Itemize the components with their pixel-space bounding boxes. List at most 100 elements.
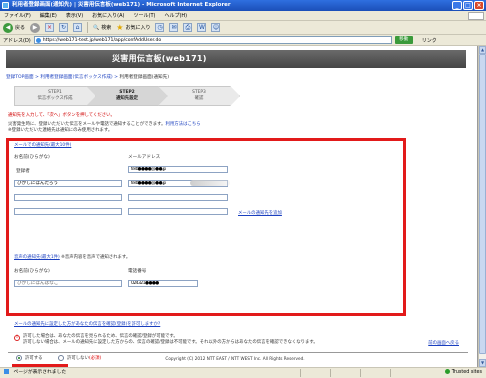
step-2-current: STEP2 通知先設定 [86,86,168,106]
voice-col-phone-header: 電話番号 [128,269,147,274]
menubar: ファイル(F) 編集(E) 表示(V) お気に入り(A) ツール(T) ヘルプ(… [0,11,486,21]
stop-icon[interactable]: × [45,23,55,32]
status-bar: ページが表示されました Trusted sites [0,367,486,378]
footer-divider [8,352,468,353]
maximize-button[interactable]: □ [463,1,473,10]
page-icon [35,38,41,43]
mail-icon[interactable]: ✉ [169,23,179,32]
window-controls: _ □ × [452,1,484,10]
vertical-scrollbar[interactable]: ▲ ▼ [478,46,486,367]
voice-col-name-header: お名前(ひらがな) [14,269,50,274]
footer-copyright: Copyright (C) 2012 NTT EAST / NTT WEST I… [165,356,305,361]
breadcrumb-top-link[interactable]: 登録TOP画面 [6,75,34,80]
menu-help[interactable]: ヘルプ(H) [164,12,187,19]
status-text: ページが表示されました [13,370,67,375]
confirm-permission-title: メールの通知先に設定した方があなたの伝言を確認(登録)を許可しますか? [14,322,161,327]
form-highlight-box [6,138,406,316]
step-3-label: 確認 [194,96,204,101]
email-value-1: test●●●●@●●.jp [131,167,166,172]
minimize-button[interactable]: _ [452,1,462,10]
mail-email-field-3[interactable] [128,194,228,201]
mail-col-email-header: メールアドレス [128,155,161,160]
instruction-note: 通知先を入力して、「次へ」ボタンを押してください。 [8,113,115,118]
menu-view[interactable]: 表示(V) [66,12,83,19]
mail-email-field-1[interactable]: test●●●●@●●.jp [128,166,228,173]
back-to-previous-link[interactable]: 前の画面へ戻る [428,340,459,346]
mail-name-field-3[interactable] [14,194,122,201]
permission-note: 許可した場合は、あなたの伝言を見られるため、伝言の確認/登録が可能です。 許可し… [23,334,433,346]
menu-file[interactable]: ファイル(F) [4,12,31,19]
window-title: 利用者登録画面(通知先) | 災害用伝言板(web171) - Microsof… [12,2,231,8]
menu-edit[interactable]: 編集(E) [40,12,57,19]
step-3: STEP3 確認 [158,86,240,106]
redaction-blur [190,180,230,186]
voice-phone-field[interactable]: 024321●●●● [128,280,198,287]
voice-section-title: 音声の通知先(最大1件) ※音声内容を音声で通知されます。 [14,254,130,260]
mail-name-field-2[interactable]: ひがしにほんたろう [14,180,122,187]
voice-name-value: ひがしにほんはなこ [17,281,59,286]
mail-col-name-header: お名前(ひらがな) [14,155,50,160]
favorites-button[interactable]: ★ お気に入り [116,22,151,32]
favorites-star-icon: ★ [116,22,124,32]
step-1-label: 伝言ボックス作成 [37,96,73,101]
windows-logo-icon [468,12,484,20]
history-icon[interactable]: ◷ [155,23,165,32]
security-zone: Trusted sites [444,368,482,378]
address-url: https://web171-test.jp/web171/app/confAd… [42,38,162,43]
go-button[interactable]: 移動 [394,36,413,44]
email-value-2: test●●●●@●●.jp [131,181,166,186]
address-bar: アドレス(D) https://web171-test.jp/web171/ap… [0,35,486,46]
mail-section-title: メールでの通知先(最大10件) [14,143,72,148]
voice-title-text: 音声の通知先(最大1件) [14,255,60,260]
back-arrow-icon: ◀ [3,22,13,33]
back-button[interactable]: ◀ 戻る [3,22,26,33]
search-icon: 🔍 [93,24,100,31]
forward-arrow-icon: ▶ [30,22,41,33]
step-indicator: STEP1 伝言ボックス作成 STEP2 通知先設定 STEP3 確認 [14,86,244,106]
info-icon: ! [14,335,20,341]
address-label: アドレス(D) [3,37,31,44]
edit-icon[interactable]: W [197,23,207,32]
search-label: 検索 [101,25,112,31]
links-button[interactable]: リンク [422,37,437,44]
messenger-icon[interactable]: ☺ [211,23,221,32]
forward-button[interactable]: ▶ [30,22,41,33]
voice-phone-value: 024321●●●● [131,281,159,286]
refresh-icon[interactable]: ↻ [59,23,69,32]
trusted-zone-icon [444,369,450,374]
zone-label: Trusted sites [451,370,482,375]
status-dividers [300,369,301,377]
favorites-label: お気に入り [125,25,151,31]
voice-name-field[interactable]: ひがしにほんはなこ [14,280,122,287]
menu-tools[interactable]: ツール(T) [134,12,156,19]
toolbar: ◀ 戻る ▶ × ↻ ⌂ 🔍 検索 ★ お気に入り ◷ ✉ ⎙ W ☺ [0,21,486,35]
description-line-2: ※登録いただいた連絡先は通知にのみ使用されます。 [8,128,113,133]
print-icon[interactable]: ⎙ [183,23,193,32]
scroll-up-icon[interactable]: ▲ [479,46,486,54]
voice-note: ※音声内容を音声で通知されます。 [61,255,131,260]
close-button[interactable]: × [474,1,484,10]
breadcrumb-separator: > [112,75,120,80]
ie-app-icon [2,2,9,9]
search-button[interactable]: 🔍 検索 [93,24,112,32]
scroll-thumb[interactable] [479,54,486,354]
address-input[interactable]: https://web171-test.jp/web171/app/confAd… [33,36,392,44]
registrant-label: 登録者 [16,169,30,174]
step-2-label: 通知先設定 [116,96,138,101]
breadcrumb-current: 利用者登録画面(通知先) [119,75,170,80]
mail-name-field-4[interactable] [14,208,122,215]
breadcrumb: 登録TOP画面 > 利用者登録画面(伝言ボックス作成) > 利用者登録画面(通知… [6,74,169,80]
usage-link[interactable]: 利用方法はこちら [166,122,201,127]
window-titlebar: 利用者登録画面(通知先) | 災害用伝言板(web171) - Microsof… [0,0,486,11]
page-content: 災害用伝言板(web171) 登録TOP画面 > 利用者登録画面(伝言ボックス作… [0,46,478,367]
home-icon[interactable]: ⌂ [73,23,83,32]
back-label: 戻る [15,25,26,31]
menu-favorites[interactable]: お気に入り(A) [92,12,124,19]
permission-note-line-2: 許可しない場合は、メールの通知先に設定した方からの、伝言の確認/登録は不可能です… [23,340,318,345]
scroll-down-icon[interactable]: ▼ [479,359,486,367]
mail-email-field-4[interactable] [128,208,228,215]
toolbar-separator [87,22,89,33]
site-banner: 災害用伝言板(web171) [6,50,466,68]
add-mail-recipient-link[interactable]: メールの通知先を追加 [238,210,282,216]
breadcrumb-box-link[interactable]: 利用者登録画面(伝言ボックス作成) [40,75,112,80]
